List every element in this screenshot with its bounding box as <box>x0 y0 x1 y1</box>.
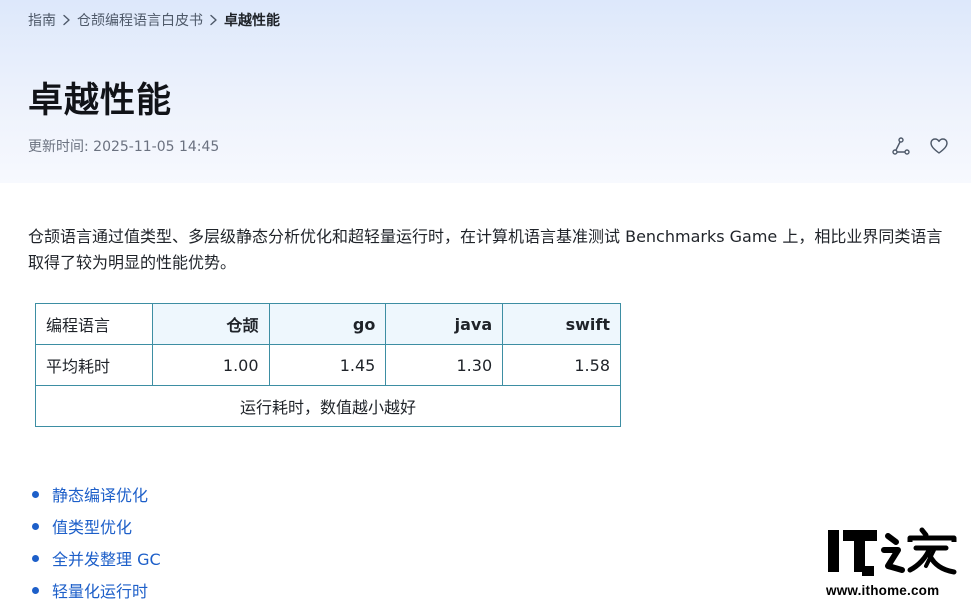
ithome-logo <box>826 526 958 580</box>
bullet-icon <box>32 586 39 594</box>
list-item: 轻量化运行时 <box>32 574 161 606</box>
breadcrumb: 指南 仓颉编程语言白皮书 卓越性能 <box>28 10 280 30</box>
table-header-row: 编程语言 仓颉 go java swift <box>35 303 621 345</box>
page-header: 指南 仓颉编程语言白皮书 卓越性能 卓越性能 更新时间: 2025-11-05 … <box>0 0 971 183</box>
table-cell: 1.45 <box>268 344 387 386</box>
link-value-type[interactable]: 值类型优化 <box>52 514 132 538</box>
table-header-cell: java <box>385 303 504 345</box>
chevron-right-icon <box>209 14 218 26</box>
watermark: www.ithome.com <box>826 526 958 606</box>
table-note: 运行耗时，数值越小越好 <box>35 385 621 427</box>
page-actions <box>890 135 950 157</box>
watermark-url: www.ithome.com <box>826 583 940 598</box>
list-item: 全并发整理 GC <box>32 542 161 574</box>
performance-table: 编程语言 仓颉 go java swift 平均耗时 1.00 1.45 1.3… <box>35 303 621 427</box>
table-header-cell: 仓颉 <box>151 303 270 345</box>
link-concurrent-gc[interactable]: 全并发整理 GC <box>52 546 161 570</box>
link-lightweight-runtime[interactable]: 轻量化运行时 <box>52 578 148 602</box>
bullet-icon <box>32 554 39 562</box>
bullet-icon <box>32 490 39 498</box>
table-row: 平均耗时 1.00 1.45 1.30 1.58 <box>35 344 621 386</box>
table-header-cell: swift <box>502 303 621 345</box>
table-cell: 1.30 <box>385 344 504 386</box>
breadcrumb-item-whitepaper[interactable]: 仓颉编程语言白皮书 <box>77 10 203 30</box>
ithome-logo-mark <box>828 527 957 576</box>
intro-paragraph: 仓颉语言通过值类型、多层级静态分析优化和超轻量运行时，在计算机语言基准测试 Be… <box>28 227 943 272</box>
share-icon[interactable] <box>890 135 912 157</box>
list-item: 静态编译优化 <box>32 478 161 510</box>
list-item: 值类型优化 <box>32 510 161 542</box>
breadcrumb-item-guide[interactable]: 指南 <box>28 10 56 30</box>
bullet-icon <box>32 522 39 530</box>
table-cell: 1.00 <box>151 344 270 386</box>
table-cell: 1.58 <box>502 344 621 386</box>
table-cell: 平均耗时 <box>35 344 153 386</box>
heart-icon[interactable] <box>928 135 950 157</box>
chevron-right-icon <box>62 14 71 26</box>
table-header-cell: go <box>268 303 387 345</box>
breadcrumb-item-current: 卓越性能 <box>224 13 280 29</box>
page-title: 卓越性能 <box>28 81 173 121</box>
update-time: 更新时间: 2025-11-05 14:45 <box>28 139 220 155</box>
related-links: 静态编译优化 值类型优化 全并发整理 GC 轻量化运行时 <box>32 478 161 606</box>
table-header-cell: 编程语言 <box>35 303 153 345</box>
link-static-compile[interactable]: 静态编译优化 <box>52 482 148 506</box>
table-note-row: 运行耗时，数值越小越好 <box>35 385 621 427</box>
